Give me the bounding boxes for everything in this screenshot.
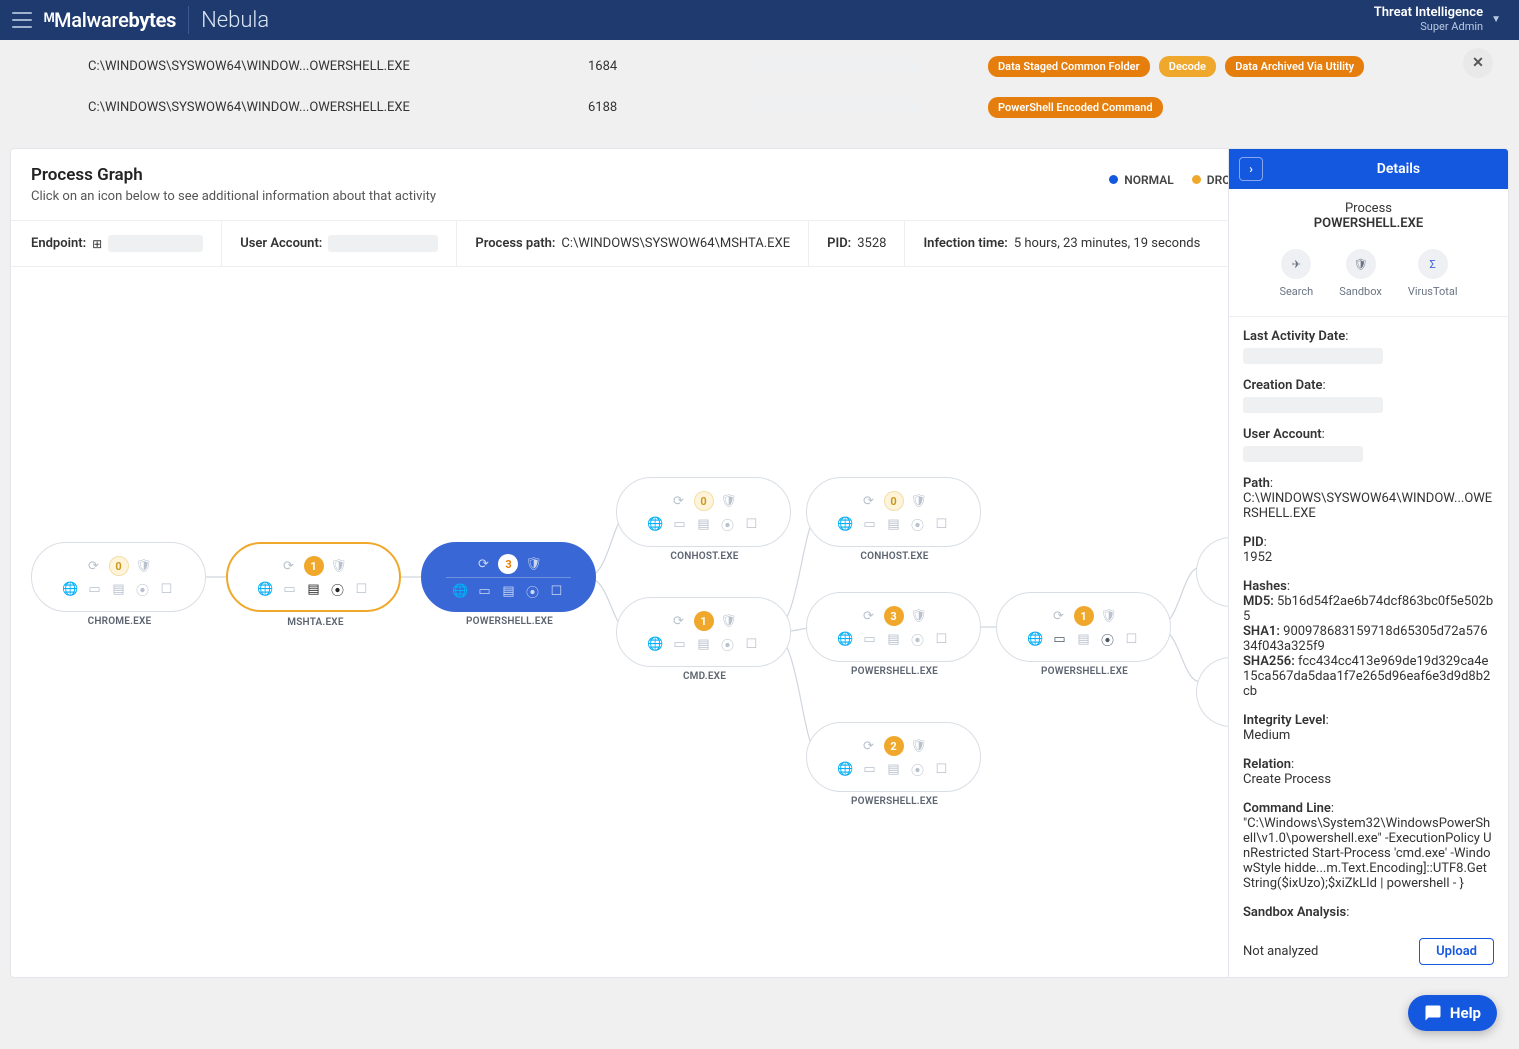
collapse-panel-button[interactable]: › [1239, 157, 1263, 181]
node-chrome[interactable]: ⟳0🛡 🌐▭▤⦿☐ CHROME.EXE [31, 542, 206, 612]
process-graph-card: Process Graph Click on an icon below to … [10, 148, 1509, 978]
user-title: Threat Intelligence [1374, 6, 1483, 21]
brand-logo: ᴹMalwarebytes [44, 8, 176, 33]
user-label: User Account: [240, 236, 322, 251]
details-panel: › Details Process POWERSHELL.EXE ✈Search… [1228, 149, 1508, 977]
pid-value: 3528 [857, 236, 886, 251]
node-powershell-2[interactable]: ⟳1🛡 🌐▭▤⦿☐ POWERSHELL.EXE [996, 592, 1171, 662]
process-path: C:\WINDOWS\SYSWOW64\WINDOW...OWERSHELL.E… [88, 100, 588, 115]
redacted-value [1243, 348, 1383, 364]
account-menu[interactable]: Threat Intelligence Super Admin ▼ [1374, 6, 1507, 34]
node-powershell-3[interactable]: ⟳2🛡 🌐▭▤⦿☐ POWERSHELL.EXE [806, 722, 981, 792]
details-title: Details [1377, 161, 1420, 177]
process-pid: 1684 [588, 59, 748, 74]
path-value: C:\WINDOWS\SYSWOW64\MSHTA.EXE [561, 236, 790, 251]
tag-pill[interactable]: Decode [1159, 56, 1216, 77]
details-name: POWERSHELL.EXE [1237, 216, 1500, 231]
table-row[interactable]: C:\WINDOWS\SYSWOW64\WINDOW...OWERSHELL.E… [0, 87, 1519, 128]
command-line: "C:\Windows\System32\WindowsPowerShell\v… [1243, 816, 1494, 891]
sandbox-action[interactable]: 🛡Sandbox [1339, 249, 1382, 298]
tag-pill[interactable]: Data Staged Common Folder [988, 56, 1150, 77]
node-badge: 0 [109, 556, 129, 576]
user-role: Super Admin [1374, 21, 1483, 34]
endpoint-label: Endpoint: [31, 236, 86, 251]
process-path: C:\WINDOWS\SYSWOW64\WINDOW...OWERSHELL.E… [88, 59, 588, 74]
node-cmd[interactable]: ⟳1🛡 🌐▭▤⦿☐ CMD.EXE [616, 597, 791, 667]
help-button[interactable]: Help [1408, 995, 1497, 1031]
detection-rows: ✕ C:\WINDOWS\SYSWOW64\WINDOW...OWERSHELL… [0, 40, 1519, 138]
redacted-user [328, 235, 438, 252]
node-mshta[interactable]: ⟳1🛡 🌐▭▤⦿☐ MSHTA.EXE [226, 542, 401, 612]
card-subtitle: Click on an icon below to see additional… [31, 189, 436, 204]
details-subtype: Process [1237, 201, 1500, 216]
gear-icon: ⟳ [85, 557, 103, 575]
hamburger-menu[interactable] [12, 12, 32, 28]
card-title: Process Graph [31, 165, 436, 185]
node-badge: 3 [498, 554, 518, 574]
product-name: Nebula [201, 8, 269, 33]
md5-hash: 5b16d54f2ae6b74dcf863bc0f5e502b5 [1243, 594, 1493, 624]
node-badge: 1 [304, 556, 324, 576]
sandbox-status: Not analyzed [1243, 944, 1318, 959]
node-conhost-1[interactable]: ⟳0🛡 🌐▭▤⦿☐ CONHOST.EXE [616, 477, 791, 547]
details-path: C:\WINDOWS\SYSWOW64\WINDOW...OWERSHELL.E… [1243, 491, 1494, 521]
redacted-endpoint [108, 235, 203, 252]
node-powershell-selected[interactable]: ⟳3🛡 🌐▭▤⦿☐ POWERSHELL.EXE [421, 542, 596, 612]
virustotal-action[interactable]: ΣVirusTotal [1408, 249, 1458, 298]
tag-pill[interactable]: PowerShell Encoded Command [988, 97, 1163, 118]
shield-icon: 🛡 [135, 557, 153, 575]
upload-button[interactable]: Upload [1419, 938, 1494, 965]
chevron-down-icon: ▼ [1491, 14, 1501, 25]
tag-pill[interactable]: Data Archived Via Utility [1225, 56, 1364, 77]
sha1-hash: 900978683159718d65305d72a57634f043a325f9 [1243, 624, 1488, 654]
node-conhost-2[interactable]: ⟳0🛡 🌐▭▤⦿☐ CONHOST.EXE [806, 477, 981, 547]
top-bar: ᴹMalwarebytes Nebula Threat Intelligence… [0, 0, 1519, 40]
path-label: Process path: [475, 236, 555, 251]
node-powershell-1[interactable]: ⟳3🛡 🌐▭▤⦿☐ POWERSHELL.EXE [806, 592, 981, 662]
details-pid: 1952 [1243, 550, 1494, 565]
table-row[interactable]: C:\WINDOWS\SYSWOW64\WINDOW...OWERSHELL.E… [0, 46, 1519, 87]
time-label: Infection time: [923, 236, 1007, 251]
close-button[interactable]: ✕ [1463, 48, 1493, 78]
redacted-cell [748, 98, 918, 114]
redacted-cell [748, 57, 918, 73]
process-pid: 6188 [588, 100, 748, 115]
pid-label: PID: [827, 236, 851, 251]
time-value: 5 hours, 23 minutes, 19 seconds [1014, 236, 1200, 251]
search-action[interactable]: ✈Search [1279, 249, 1313, 298]
